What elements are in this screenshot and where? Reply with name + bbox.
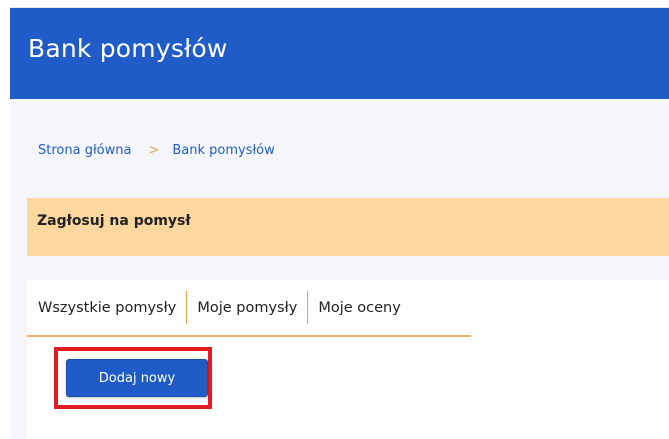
tab-all-ideas[interactable]: Wszystkie pomysły (27, 300, 186, 316)
tab-my-ideas[interactable]: Moje pomysły (187, 300, 307, 316)
breadcrumb-home-link[interactable]: Strona główna (38, 143, 131, 158)
notice-banner: Zagłosuj na pomysł (27, 198, 669, 256)
page-header: Bank pomysłów (10, 8, 669, 99)
highlight-frame: Dodaj nowy (54, 347, 212, 409)
breadcrumb-current[interactable]: Bank pomysłów (172, 143, 274, 158)
tab-my-ratings[interactable]: Moje oceny (308, 300, 410, 316)
top-strip (0, 0, 669, 8)
notice-text: Zagłosuj na pomysł (37, 213, 191, 229)
left-strip (0, 7, 10, 439)
breadcrumb-separator: > (148, 143, 160, 158)
page-title: Bank pomysłów (28, 34, 228, 63)
add-new-button[interactable]: Dodaj nowy (66, 359, 208, 397)
tab-bar: Wszystkie pomysły Moje pomysły Moje ocen… (27, 280, 471, 337)
breadcrumb: Strona główna > Bank pomysłów (38, 143, 275, 158)
